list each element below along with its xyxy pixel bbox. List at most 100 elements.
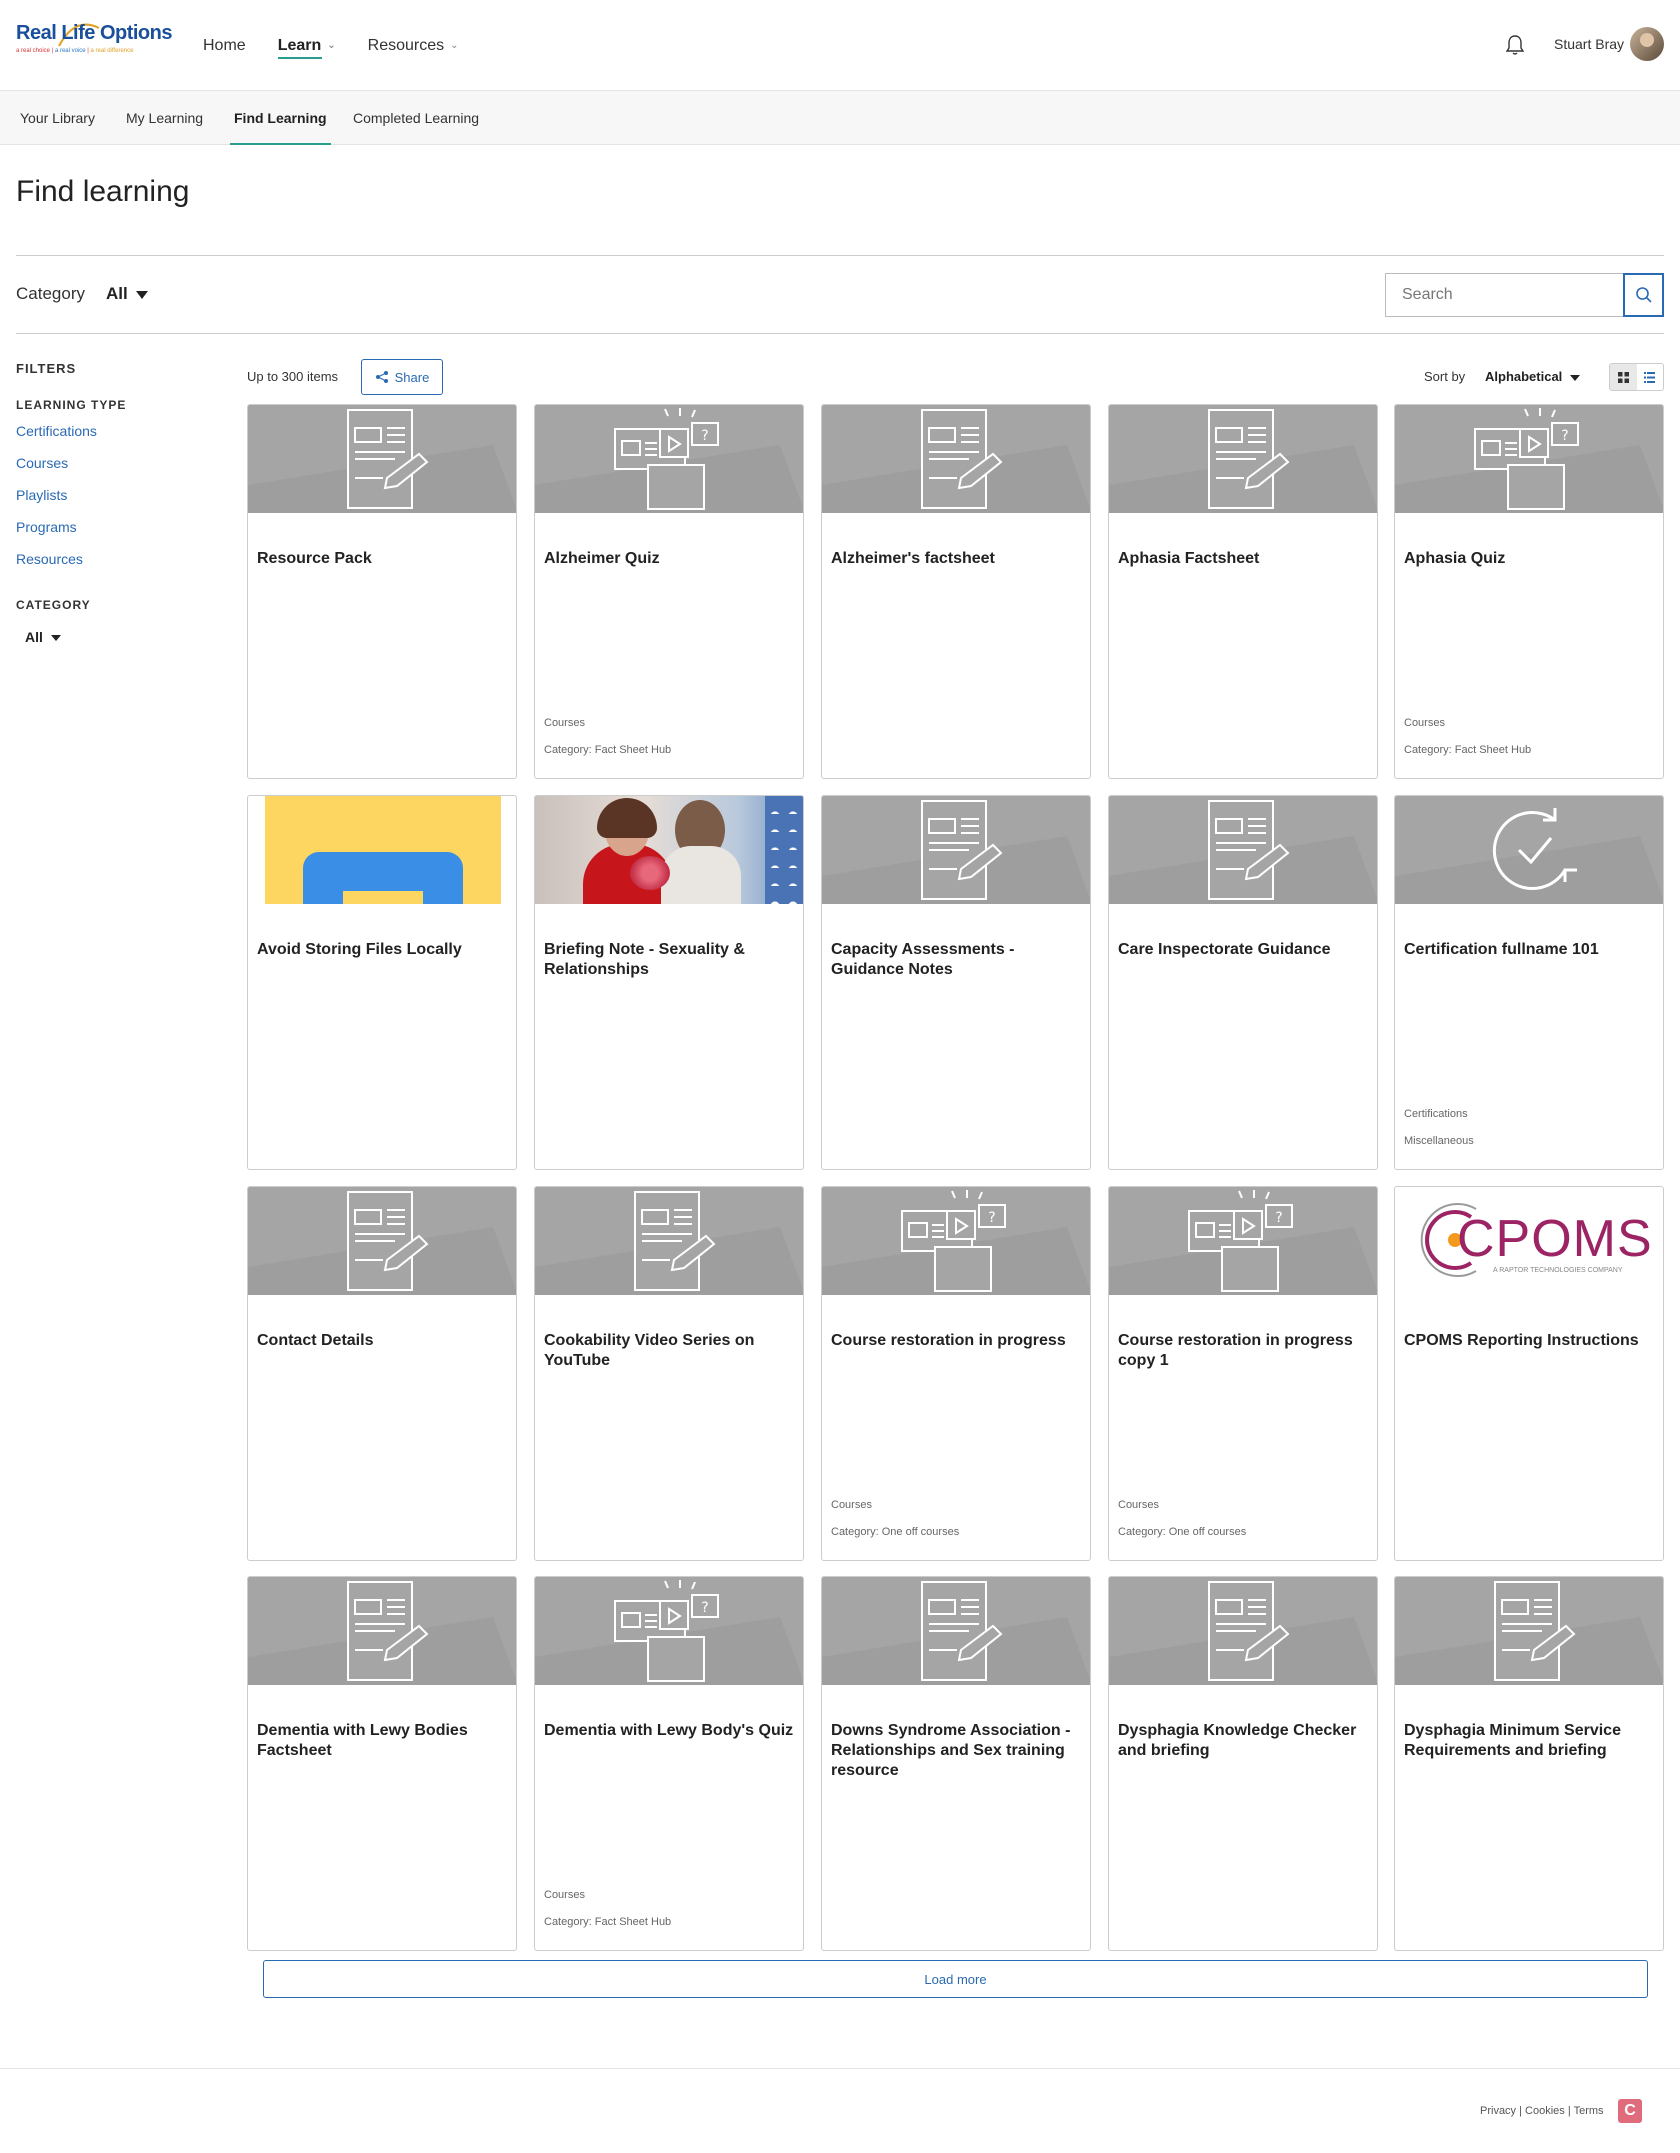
- learning-card[interactable]: Aphasia Factsheet: [1108, 404, 1378, 779]
- card-thumbnail: ?: [822, 1187, 1090, 1295]
- learning-card[interactable]: Dysphagia Minimum Service Requirements a…: [1394, 1576, 1664, 1951]
- card-meta: Certifications: [1404, 1108, 1468, 1120]
- certification-icon: [1492, 808, 1577, 890]
- svg-text:?: ?: [701, 428, 708, 444]
- learning-type-title: LEARNING TYPE: [16, 398, 127, 412]
- learning-card[interactable]: Contact Details: [247, 1186, 517, 1561]
- learning-card[interactable]: Certification fullname 101 Certifications…: [1394, 795, 1664, 1170]
- load-more-button[interactable]: Load more: [263, 1960, 1648, 1998]
- learning-card[interactable]: ? Alzheimer Quiz Courses Category: Fact She…: [534, 404, 804, 779]
- card-meta: Courses: [544, 717, 585, 729]
- tab-completed-learning[interactable]: Completed Learning: [353, 91, 479, 145]
- user-name[interactable]: Stuart Bray: [1554, 36, 1624, 52]
- logo-tagline: a real choice | a real voice | a real di…: [16, 48, 134, 54]
- filter-resources[interactable]: Resources: [16, 551, 83, 567]
- logo-tag-1: a real choice: [16, 48, 51, 54]
- card-title: Contact Details: [257, 1332, 374, 1349]
- card-title: Aphasia Quiz: [1404, 550, 1506, 567]
- logo-text-options: Options: [99, 22, 173, 44]
- learning-card[interactable]: Downs Syndrome Association - Relationshi…: [821, 1576, 1091, 1951]
- learning-card[interactable]: Dysphagia Knowledge Checker and briefing: [1108, 1576, 1378, 1951]
- search-button[interactable]: [1623, 273, 1664, 317]
- card-title: Resource Pack: [257, 550, 372, 567]
- document-icon: [347, 1581, 429, 1681]
- chevron-down-icon: ⌄: [450, 40, 459, 51]
- document-icon: [634, 1191, 716, 1291]
- course-icon: ?: [614, 408, 719, 510]
- svg-text:?: ?: [988, 1210, 995, 1226]
- svg-text:?: ?: [1561, 428, 1568, 444]
- top-header: Real Life Options a real choice | a real…: [0, 0, 1680, 91]
- learning-card[interactable]: ? Course restoration in progress Courses Ca…: [821, 1186, 1091, 1561]
- learning-card[interactable]: ? Aphasia Quiz Courses Category: Fact Sheet…: [1394, 404, 1664, 779]
- sub-nav: Your Library My Learning Find Learning C…: [0, 91, 1680, 145]
- cookies-link[interactable]: Cookies: [1525, 2105, 1565, 2117]
- learning-card[interactable]: Capacity Assessments - Guidance Notes: [821, 795, 1091, 1170]
- share-button[interactable]: Share: [361, 359, 443, 395]
- card-title: Capacity Assessments - Guidance Notes: [831, 941, 1015, 978]
- page-title: Find learning: [16, 175, 190, 208]
- filter-programs[interactable]: Programs: [16, 519, 77, 535]
- nav-resources[interactable]: Resources ⌄: [368, 0, 459, 91]
- sort-value: Alphabetical: [1485, 369, 1563, 384]
- terms-link[interactable]: Terms: [1574, 2105, 1604, 2117]
- card-thumbnail: CPOMS A RAPTOR TECHNOLOGIES COMPANY: [1395, 1187, 1663, 1295]
- grid-view-button[interactable]: [1610, 364, 1637, 390]
- tab-my-learning[interactable]: My Learning: [126, 91, 203, 145]
- learning-card[interactable]: CPOMS A RAPTOR TECHNOLOGIES COMPANY CPOMS …: [1394, 1186, 1664, 1561]
- card-meta: Category: Fact Sheet Hub: [1404, 744, 1532, 756]
- card-thumbnail: [248, 1187, 516, 1295]
- tab-your-library[interactable]: Your Library: [20, 91, 95, 145]
- card-thumbnail: [535, 1187, 803, 1295]
- card-title: Briefing Note - Sexuality & Relationship…: [544, 941, 745, 978]
- nav-learn[interactable]: Learn ⌄: [277, 0, 336, 91]
- share-label: Share: [394, 369, 430, 385]
- learning-card[interactable]: Cookability Video Series on YouTube: [534, 1186, 804, 1561]
- category-filter-title: CATEGORY: [16, 598, 91, 612]
- card-meta: Category: One off courses: [831, 1526, 960, 1538]
- category-filter-dropdown[interactable]: All: [25, 629, 61, 645]
- document-icon: [1208, 409, 1290, 509]
- card-meta: Category: Fact Sheet Hub: [544, 1916, 672, 1928]
- learning-card[interactable]: Care Inspectorate Guidance: [1108, 795, 1378, 1170]
- share-icon: [375, 371, 388, 383]
- card-thumbnail: [248, 405, 516, 513]
- learning-card[interactable]: Avoid Storing Files Locally: [247, 795, 517, 1170]
- privacy-link[interactable]: Privacy: [1480, 2105, 1516, 2117]
- category-dropdown[interactable]: All: [106, 284, 148, 304]
- item-count: Up to 300 items: [247, 369, 339, 384]
- card-title: Alzheimer Quiz: [544, 550, 660, 567]
- card-thumbnail: [1109, 1577, 1377, 1685]
- search-icon: [1635, 287, 1652, 303]
- search-input[interactable]: [1385, 273, 1623, 317]
- list-view-button[interactable]: [1637, 364, 1664, 390]
- learning-card[interactable]: Resource Pack: [247, 404, 517, 779]
- category-filter-value: All: [25, 629, 43, 645]
- learning-card[interactable]: ? Dementia with Lewy Body's Quiz Courses Ca…: [534, 1576, 804, 1951]
- filter-courses[interactable]: Courses: [16, 455, 68, 471]
- cpoms-logo-sub: A RAPTOR TECHNOLOGIES COMPANY: [1493, 1267, 1623, 1274]
- filter-playlists[interactable]: Playlists: [16, 487, 67, 503]
- card-meta: Courses: [1404, 717, 1445, 729]
- filter-certifications[interactable]: Certifications: [16, 423, 97, 439]
- learning-card[interactable]: Briefing Note - Sexuality & Relationship…: [534, 795, 804, 1170]
- tab-find-learning[interactable]: Find Learning: [230, 91, 331, 145]
- real-life-options-logo[interactable]: Real Life Options a real choice | a real…: [16, 22, 172, 70]
- nav-resources-label: Resources: [367, 36, 445, 54]
- sort-dropdown[interactable]: Alphabetical: [1485, 369, 1581, 384]
- learning-card[interactable]: Dementia with Lewy Bodies Factsheet: [247, 1576, 517, 1951]
- nav-home[interactable]: Home: [203, 0, 246, 91]
- learning-card[interactable]: Alzheimer's factsheet: [821, 404, 1091, 779]
- card-meta: Category: Fact Sheet Hub: [544, 744, 672, 756]
- cpoms-logo-text: CPOMS: [1457, 1210, 1653, 1268]
- card-title: CPOMS Reporting Instructions: [1404, 1332, 1639, 1349]
- card-title: Downs Syndrome Association - Relationshi…: [831, 1722, 1071, 1779]
- divider: [16, 333, 1664, 334]
- card-title: Course restoration in progress: [831, 1332, 1066, 1349]
- card-thumbnail: [1109, 796, 1377, 904]
- document-icon: [921, 800, 1003, 900]
- avatar[interactable]: [1630, 27, 1664, 61]
- filters-title: FILTERS: [16, 361, 77, 376]
- learning-card[interactable]: ? Course restoration in progress copy 1 Co…: [1108, 1186, 1378, 1561]
- bell-icon[interactable]: [1505, 34, 1525, 56]
